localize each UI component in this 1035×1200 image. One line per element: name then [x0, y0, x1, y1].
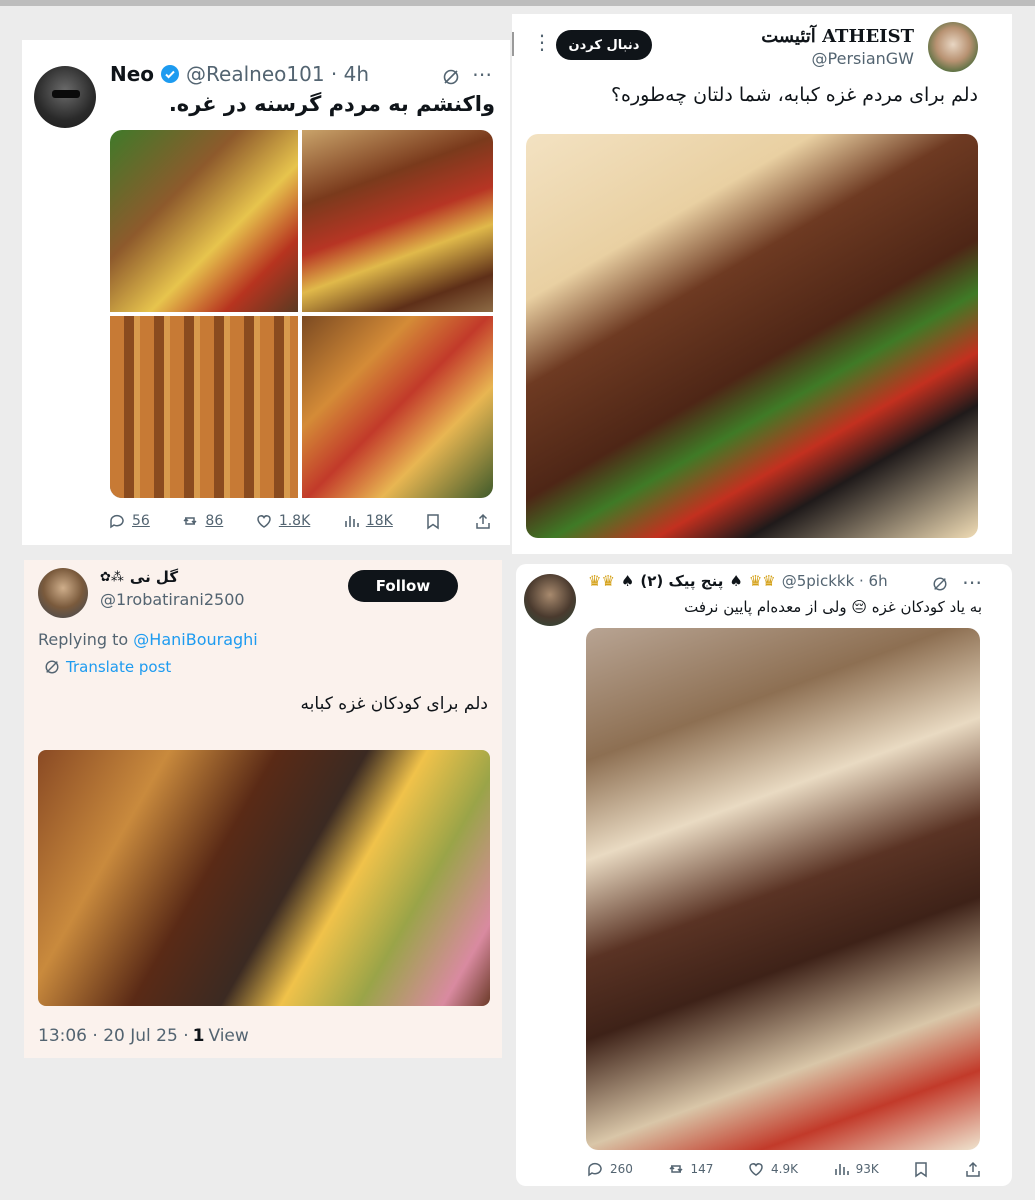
- repost-icon: [668, 1165, 683, 1173]
- author-handle[interactable]: @PersianGW: [662, 49, 914, 68]
- like-icon: [749, 1163, 763, 1176]
- reply-icon: [588, 1162, 602, 1177]
- repost-icon: [183, 517, 197, 525]
- bookmark-icon: [427, 514, 440, 530]
- media-photo-kebab-tray[interactable]: [302, 130, 493, 312]
- post-text: دلم برای کودکان غزه کبابه: [300, 694, 488, 714]
- grok-icon[interactable]: [932, 576, 948, 592]
- reply-button[interactable]: 56: [108, 512, 150, 530]
- sunglasses: [52, 90, 80, 98]
- like-button[interactable]: 1.8K: [255, 512, 310, 530]
- bookmark-icon: [915, 1162, 928, 1178]
- views-label: View: [208, 1026, 249, 1046]
- avatar[interactable]: [34, 66, 96, 128]
- avatar[interactable]: [38, 568, 88, 618]
- more-icon[interactable]: ⋯: [962, 570, 982, 594]
- views-button[interactable]: 18K: [342, 512, 393, 530]
- avatar[interactable]: [524, 574, 576, 626]
- emoji-decoration: ✿⁂: [100, 569, 124, 585]
- repost-count: 147: [690, 1162, 714, 1176]
- views-count: 93K: [855, 1162, 879, 1176]
- post-text: به یاد کودکان غزه 😔 ولی از معده‌ام پایین…: [684, 598, 982, 616]
- share-button[interactable]: [964, 1160, 982, 1178]
- repost-count: 86: [205, 513, 224, 529]
- media-photo-feast[interactable]: [302, 316, 493, 498]
- translate-label: Translate post: [66, 658, 172, 676]
- more-icon[interactable]: ⋮: [532, 30, 552, 54]
- bookmark-button[interactable]: [912, 1160, 930, 1178]
- views-icon: [834, 1164, 849, 1175]
- avatar[interactable]: [928, 22, 978, 72]
- like-count: 1.8K: [278, 513, 311, 529]
- media-grid[interactable]: [110, 130, 493, 498]
- post-text: واکنشم به مردم گرسنه در غره.: [168, 92, 495, 116]
- views-count: 1: [192, 1026, 205, 1046]
- follow-button[interactable]: دنبال کردن: [556, 30, 652, 60]
- replying-prefix: Replying to: [38, 630, 129, 649]
- media-photo-kebab-platter[interactable]: [110, 130, 298, 312]
- action-bar: 260 147 4.9K 93K: [586, 1160, 982, 1178]
- author-handle[interactable]: @1robatirani2500: [100, 590, 245, 609]
- author-name[interactable]: Neo: [110, 62, 154, 86]
- reply-count: 260: [610, 1162, 633, 1176]
- post-atheist[interactable]: ⋮ دنبال کردن ATHEIST آتئیست @PersianGW د…: [512, 14, 1012, 554]
- views-icon: [345, 516, 359, 527]
- translate-button[interactable]: Translate post: [44, 658, 171, 676]
- divider-line: [512, 32, 514, 56]
- post-5pick[interactable]: ♛♛ ♠ پنج پیک (۲) ♠ ♛♛ @5pickkk · 6h ⋯ به…: [516, 564, 1012, 1186]
- share-button[interactable]: [474, 512, 492, 530]
- timestamp[interactable]: 13:06 · 20 Jul 25 ·: [38, 1026, 189, 1046]
- spade-icon: ♠: [729, 572, 743, 590]
- views-button[interactable]: 93K: [832, 1160, 879, 1178]
- follow-label: Follow: [375, 577, 431, 595]
- action-bar: 56 86 1.8K 18K: [108, 512, 492, 530]
- follow-label: دنبال کردن: [568, 37, 640, 53]
- reply-count: 56: [132, 513, 150, 529]
- author-name[interactable]: گل نی: [130, 568, 178, 586]
- views-count: 18K: [365, 513, 393, 529]
- share-icon: [966, 1161, 980, 1177]
- share-icon: [476, 513, 490, 529]
- media-photo-koobideh-lavash[interactable]: [586, 628, 980, 1150]
- crown-icon: ♛♛: [588, 572, 615, 590]
- like-button[interactable]: 4.9K: [747, 1160, 798, 1178]
- translate-icon: [45, 660, 59, 674]
- like-icon: [257, 515, 271, 528]
- repost-button[interactable]: 147: [667, 1160, 714, 1178]
- grok-icon[interactable]: [442, 68, 460, 86]
- author-handle[interactable]: @Realneo101 · 4h: [186, 62, 369, 86]
- media-photo-mixed-kebab[interactable]: [38, 750, 490, 1006]
- bookmark-button[interactable]: [424, 512, 442, 530]
- reply-icon: [110, 514, 124, 529]
- media-photo-koobideh[interactable]: [526, 134, 978, 538]
- repost-button[interactable]: 86: [181, 512, 223, 530]
- media-photo-skewers[interactable]: [110, 316, 298, 498]
- spade-icon: ♠: [620, 572, 635, 590]
- post-neo[interactable]: Neo @Realneo101 · 4h ⋯ واکنشم به مردم گر…: [22, 40, 510, 545]
- post-golnei[interactable]: ✿⁂ گل نی @1robatirani2500 Follow Replyin…: [24, 560, 502, 1058]
- top-border: [0, 0, 1035, 6]
- author-name[interactable]: ATHEIST آتئیست: [662, 26, 914, 47]
- verified-icon: [161, 65, 180, 83]
- replying-to-link[interactable]: @HaniBouraghi: [133, 630, 257, 649]
- more-icon[interactable]: ⋯: [472, 62, 492, 86]
- author-handle[interactable]: @5pickkk · 6h: [782, 572, 888, 590]
- crown-icon: ♛♛: [748, 572, 776, 590]
- author-name[interactable]: پنج پیک (۲): [640, 572, 723, 590]
- like-count: 4.9K: [771, 1162, 798, 1176]
- reply-button[interactable]: 260: [586, 1160, 633, 1178]
- follow-button[interactable]: Follow: [348, 570, 458, 602]
- post-text: دلم برای مردم غزه کبابه، شما دلتان چه‌طو…: [610, 84, 978, 106]
